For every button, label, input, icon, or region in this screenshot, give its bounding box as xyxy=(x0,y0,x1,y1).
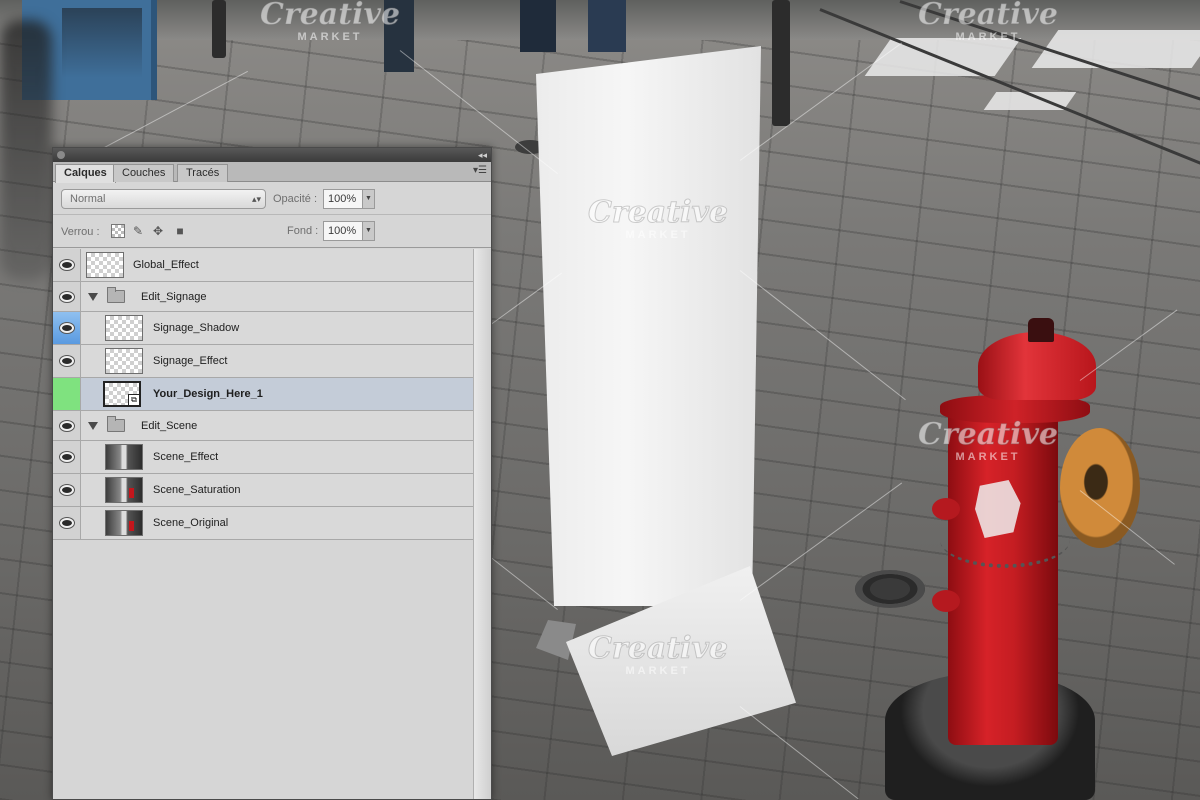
eye-icon xyxy=(60,452,74,462)
fill-dropdown-icon[interactable]: ▼ xyxy=(362,222,374,240)
pedestrian-legs xyxy=(588,0,626,52)
street-pole xyxy=(772,0,790,126)
blurred-pedestrian xyxy=(0,20,52,280)
visibility-toggle[interactable] xyxy=(53,282,81,311)
collapse-icon[interactable]: ◂◂ xyxy=(478,148,487,162)
layer-thumbnail xyxy=(105,348,143,374)
opacity-label: Opacité : xyxy=(273,193,318,205)
smart-object-thumbnail: ⧉ xyxy=(103,381,141,407)
opacity-dropdown-icon[interactable]: ▼ xyxy=(362,190,374,208)
tab-calques[interactable]: Calques xyxy=(55,164,116,183)
lock-label: Verrou : xyxy=(61,226,100,238)
layer-row[interactable]: Signage_Effect xyxy=(53,345,473,378)
fire-hydrant xyxy=(948,400,1058,745)
blend-mode-value: Normal xyxy=(70,193,106,205)
layers-panel: ◂◂ Calques Couches Tracés ▾☰ Normal ▴▾ O… xyxy=(52,147,492,800)
hydrant-nozzle xyxy=(1060,428,1140,548)
layer-name: Scene_Original xyxy=(153,517,229,529)
smart-object-badge-icon: ⧉ xyxy=(128,394,140,406)
fill-label: Fond : xyxy=(287,225,319,237)
visibility-toggle[interactable] xyxy=(53,345,81,377)
panel-menu-icon[interactable]: ▾☰ xyxy=(473,165,487,176)
signage-foot xyxy=(536,620,576,660)
group-expand-triangle-icon[interactable] xyxy=(88,292,98,301)
layer-thumbnail xyxy=(105,444,143,470)
eye-icon xyxy=(60,323,74,333)
panel-tabbar: Calques Couches Tracés ▾☰ xyxy=(53,162,491,183)
hydrant-bolt xyxy=(932,590,960,612)
layer-name: Signage_Shadow xyxy=(153,322,240,334)
layers-list: Global_Effect Edit_Signage Signage_Shado… xyxy=(53,249,473,540)
blend-mode-select[interactable]: Normal ▴▾ xyxy=(61,189,266,209)
layer-thumbnail xyxy=(105,477,143,503)
folder-icon xyxy=(107,286,125,303)
lock-all-padlock-icon[interactable]: ■ xyxy=(173,224,187,238)
eye-icon xyxy=(60,260,74,270)
opacity-input[interactable]: 100% ▼ xyxy=(323,189,375,209)
close-dot-icon[interactable] xyxy=(57,151,65,159)
eye-icon xyxy=(60,356,74,366)
select-arrows-icon: ▴▾ xyxy=(251,194,261,204)
blend-options-row: Normal ▴▾ Opacité : 100% ▼ xyxy=(53,183,491,215)
group-row[interactable]: Edit_Scene xyxy=(53,411,473,441)
layer-thumbnail xyxy=(86,252,124,278)
group-expand-triangle-icon[interactable] xyxy=(88,421,98,430)
manhole-cover xyxy=(855,570,925,608)
eye-icon xyxy=(60,518,74,528)
group-name: Edit_Scene xyxy=(141,419,198,432)
layers-empty-area xyxy=(53,546,473,799)
visibility-toggle[interactable] xyxy=(53,411,81,440)
pedestrian-legs xyxy=(520,0,556,52)
visibility-toggle[interactable] xyxy=(53,312,81,344)
layer-row[interactable]: Scene_Saturation xyxy=(53,474,473,507)
group-name: Edit_Signage xyxy=(141,290,207,303)
lock-pixels-brush-icon[interactable]: ✎ xyxy=(131,224,145,238)
layer-name: Your_Design_Here_1 xyxy=(153,388,263,400)
lock-options-row: Verrou : ✎ ✥ ■ Fond : 100% ▼ xyxy=(53,216,491,248)
hydrant-top xyxy=(978,332,1096,400)
group-row[interactable]: Edit_Signage xyxy=(53,282,473,312)
street-pole xyxy=(212,0,226,58)
visibility-toggle[interactable] xyxy=(53,507,81,539)
opacity-value: 100% xyxy=(328,193,357,205)
visibility-toggle[interactable] xyxy=(53,441,81,473)
visibility-toggle[interactable] xyxy=(53,249,81,281)
layer-row[interactable]: Scene_Original xyxy=(53,507,473,540)
layer-row[interactable]: Signage_Shadow xyxy=(53,312,473,345)
layer-row-selected[interactable]: ⧉ Your_Design_Here_1 xyxy=(53,378,473,411)
fill-value: 100% xyxy=(328,225,357,237)
tab-traces[interactable]: Tracés xyxy=(177,164,229,182)
hydrant-cap xyxy=(1028,318,1054,342)
lock-position-move-icon[interactable]: ✥ xyxy=(151,224,165,238)
layer-row[interactable]: Global_Effect xyxy=(53,249,473,282)
eye-icon xyxy=(60,485,74,495)
layer-thumbnail xyxy=(105,315,143,341)
panel-titlebar[interactable]: ◂◂ xyxy=(53,148,491,162)
crosswalk-stripe xyxy=(1031,30,1200,68)
fill-input[interactable]: 100% ▼ xyxy=(323,221,375,241)
layer-name: Global_Effect xyxy=(133,259,199,271)
lock-transparency-icon[interactable] xyxy=(111,224,125,238)
layer-thumbnail xyxy=(105,510,143,536)
signage-panel xyxy=(536,46,761,606)
eye-icon xyxy=(60,420,74,431)
tab-couches[interactable]: Couches xyxy=(113,164,175,182)
layers-scrollbar[interactable] xyxy=(473,249,491,799)
visibility-toggle[interactable] xyxy=(53,474,81,506)
layer-name: Signage_Effect xyxy=(153,355,228,367)
visibility-toggle[interactable] xyxy=(53,378,81,410)
layer-name: Scene_Effect xyxy=(153,451,219,463)
folder-icon xyxy=(107,415,125,432)
pedestrian-legs xyxy=(384,0,414,72)
layer-row[interactable]: Scene_Effect xyxy=(53,441,473,474)
eye-icon xyxy=(60,291,74,302)
layer-name: Scene_Saturation xyxy=(153,484,241,496)
